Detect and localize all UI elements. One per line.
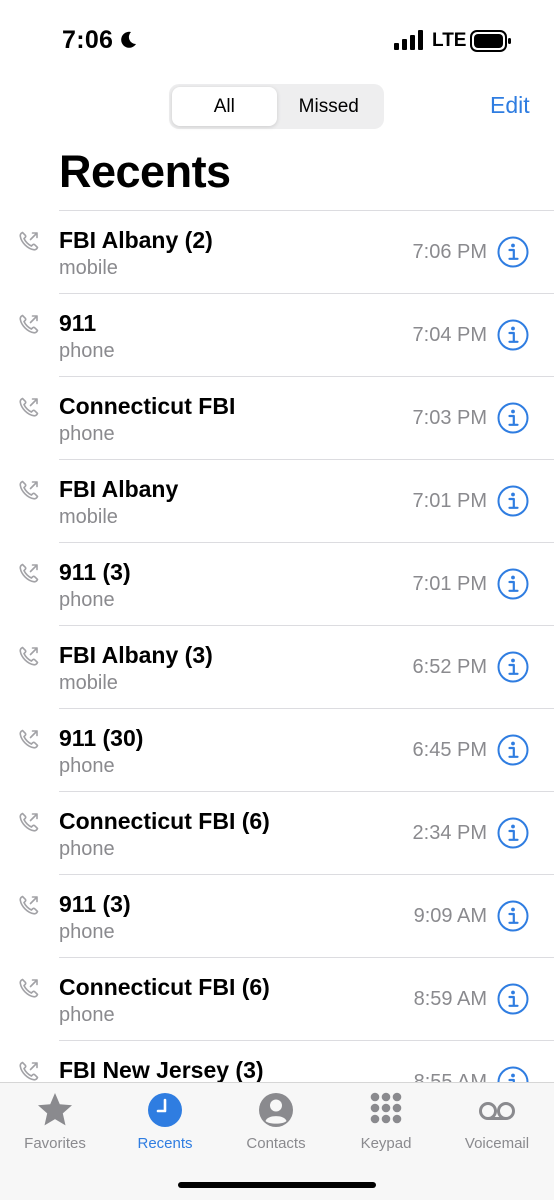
call-type-label: phone — [59, 589, 115, 611]
page-title: Recents — [59, 146, 231, 197]
info-icon[interactable] — [497, 983, 529, 1015]
call-row[interactable]: FBI Albany (3) mobile 6:52 PM — [0, 625, 554, 708]
moon-icon — [121, 31, 136, 48]
call-time: 6:45 PM — [412, 739, 487, 761]
tab-label: Contacts — [246, 1135, 306, 1152]
call-type-label: mobile — [59, 257, 118, 279]
tab-label: Favorites — [24, 1135, 86, 1152]
call-type-label: mobile — [59, 672, 118, 694]
network-label: LTE — [432, 30, 467, 51]
info-icon[interactable] — [497, 817, 529, 849]
voicemail-icon — [479, 1102, 515, 1120]
contact-name: 911 (3) — [59, 891, 131, 917]
home-indicator — [178, 1182, 376, 1188]
call-row[interactable]: Connecticut FBI (6) phone 2:34 PM — [0, 791, 554, 874]
contact-name: 911 (30) — [59, 725, 144, 751]
call-time: 7:03 PM — [412, 407, 487, 429]
call-type-label: mobile — [59, 506, 118, 528]
call-type-label: phone — [59, 838, 115, 860]
outgoing-call-icon — [19, 646, 39, 666]
recents-list[interactable]: FBI Albany (2) mobile 7:06 PM 911 phone … — [0, 210, 554, 1082]
contact-name: Connecticut FBI (6) — [59, 808, 270, 834]
call-type-label: phone — [59, 755, 115, 777]
call-row[interactable]: 911 (3) phone 7:01 PM — [0, 542, 554, 625]
call-time: 8:59 AM — [413, 988, 487, 1010]
person-icon — [259, 1093, 293, 1127]
segment-missed[interactable]: Missed — [277, 87, 382, 126]
contact-name: 911 (3) — [59, 559, 131, 585]
info-icon[interactable] — [497, 651, 529, 683]
outgoing-call-icon — [19, 1061, 39, 1081]
contact-name: Connecticut FBI (6) — [59, 974, 270, 1000]
call-time: 7:06 PM — [412, 241, 487, 263]
tab-label: Recents — [137, 1135, 193, 1152]
outgoing-call-icon — [19, 812, 39, 832]
star-icon — [38, 1093, 72, 1126]
call-row[interactable]: Connecticut FBI (6) phone 8:59 AM — [0, 957, 554, 1040]
tab-favorites[interactable]: Favorites — [0, 1091, 110, 1161]
call-time: 7:01 PM — [412, 490, 487, 512]
call-time: 8:55 AM — [413, 1071, 487, 1082]
info-icon[interactable] — [497, 402, 529, 434]
call-row[interactable]: 911 (30) phone 6:45 PM — [0, 708, 554, 791]
call-row[interactable]: 911 (3) phone 9:09 AM — [0, 874, 554, 957]
keypad-icon — [370, 1092, 402, 1129]
contact-name: FBI New Jersey (3) — [59, 1057, 264, 1082]
phone-screen: 7:06 LTE All Missed Edit Recents FBI Alb… — [0, 0, 554, 1200]
outgoing-call-icon — [19, 563, 39, 583]
call-row[interactable]: FBI Albany mobile 7:01 PM — [0, 459, 554, 542]
outgoing-call-icon — [19, 231, 39, 251]
call-type-label: phone — [59, 340, 115, 362]
call-row[interactable]: 911 phone 7:04 PM — [0, 293, 554, 376]
tab-label: Voicemail — [464, 1135, 530, 1152]
tab-keypad[interactable]: Keypad — [331, 1091, 441, 1161]
info-icon[interactable] — [497, 485, 529, 517]
call-time: 7:04 PM — [412, 324, 487, 346]
contact-name: Connecticut FBI — [59, 393, 236, 419]
contact-name: FBI Albany (2) — [59, 227, 213, 253]
battery-icon — [470, 30, 511, 52]
call-filter-segmented-control: All Missed — [169, 84, 384, 129]
status-time: 7:06 — [62, 26, 114, 54]
info-icon[interactable] — [497, 236, 529, 268]
status-bar: 7:06 LTE — [0, 0, 554, 84]
signal-icon — [394, 30, 423, 50]
contact-name: 911 — [59, 310, 97, 336]
call-time: 9:09 AM — [413, 905, 487, 927]
info-icon[interactable] — [497, 734, 529, 766]
outgoing-call-icon — [19, 895, 39, 915]
call-type-label: phone — [59, 1004, 115, 1026]
call-row[interactable]: Connecticut FBI phone 7:03 PM — [0, 376, 554, 459]
call-type-label: phone — [59, 423, 115, 445]
call-type-label: phone — [59, 921, 115, 943]
outgoing-call-icon — [19, 397, 39, 417]
edit-button[interactable]: Edit — [490, 92, 530, 119]
tab-voicemail[interactable]: Voicemail — [442, 1091, 552, 1161]
outgoing-call-icon — [19, 978, 39, 998]
tab-recents[interactable]: Recents — [110, 1091, 220, 1161]
contact-name: FBI Albany (3) — [59, 642, 213, 668]
call-time: 7:01 PM — [412, 573, 487, 595]
info-icon[interactable] — [497, 900, 529, 932]
call-time: 2:34 PM — [412, 822, 487, 844]
call-row[interactable]: FBI New Jersey (3) 8:55 AM — [0, 1040, 554, 1082]
clock-icon — [148, 1093, 182, 1127]
tab-label: Keypad — [360, 1135, 412, 1152]
call-time: 6:52 PM — [412, 656, 487, 678]
info-icon[interactable] — [497, 319, 529, 351]
outgoing-call-icon — [19, 314, 39, 334]
segment-all[interactable]: All — [172, 87, 277, 126]
info-icon[interactable] — [497, 1066, 529, 1082]
call-row[interactable]: FBI Albany (2) mobile 7:06 PM — [0, 210, 554, 293]
tab-contacts[interactable]: Contacts — [221, 1091, 331, 1161]
outgoing-call-icon — [19, 480, 39, 500]
contact-name: FBI Albany — [59, 476, 179, 502]
outgoing-call-icon — [19, 729, 39, 749]
info-icon[interactable] — [497, 568, 529, 600]
